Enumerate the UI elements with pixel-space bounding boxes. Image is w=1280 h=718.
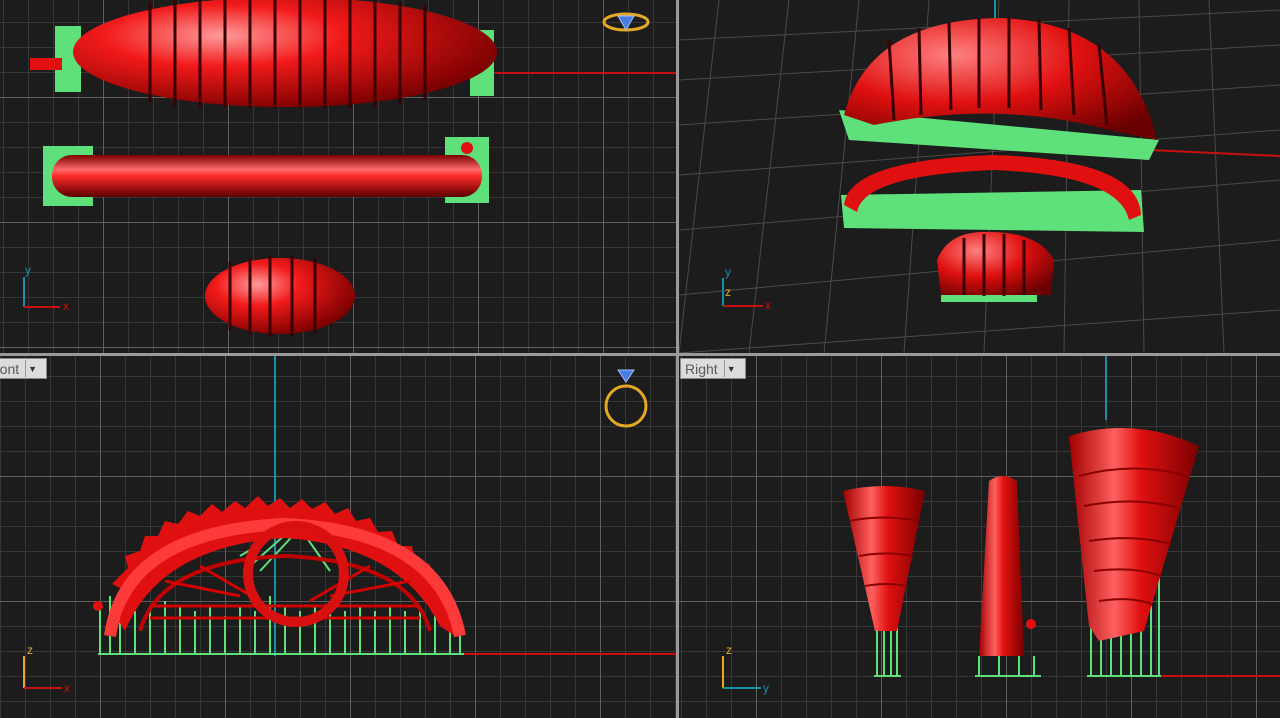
viewport-top[interactable]: y x: [0, 0, 676, 353]
viewport-front[interactable]: ront ▼: [0, 356, 676, 718]
front-scene: z x: [23, 356, 676, 695]
axis-label-x: x: [765, 298, 771, 312]
top-scene: y x: [23, 0, 676, 336]
ring-model-right-cone-left: [843, 486, 925, 631]
axis-label-y: y: [25, 263, 31, 277]
axis-label-z: z: [726, 643, 732, 657]
right-scene: z y: [722, 356, 1280, 695]
axis-label-y: y: [725, 265, 731, 279]
viewport-right[interactable]: Right ▼ z y: [679, 356, 1280, 718]
ring-model-right-cone-right: [1069, 428, 1199, 641]
ring-model-top-band: [52, 155, 482, 197]
axis-label-z: z: [725, 285, 731, 299]
x-axis-line: [1148, 149, 1280, 157]
axis-label-y: y: [763, 681, 769, 695]
viewport-perspective[interactable]: y z x: [679, 0, 1280, 353]
ring-model-right-band: [979, 476, 1024, 656]
perspective-scene: y z x: [679, 0, 1280, 353]
axis-label-x: x: [64, 681, 70, 695]
gem-ring-top-icon[interactable]: [602, 12, 650, 32]
ring-model-front-gem-setting: [243, 521, 349, 627]
axis-indicator: [23, 277, 60, 308]
viewport-divider-horizontal[interactable]: [0, 353, 1280, 356]
ring-model-top-ribbed: [30, 0, 497, 108]
ring-model-top-ball: [461, 142, 473, 154]
ring-front-icon[interactable]: [604, 369, 648, 428]
viewport-divider-vertical[interactable]: [676, 0, 679, 718]
ring-model-top-small: [205, 256, 355, 336]
support-base: [841, 190, 1144, 232]
axis-label-z: z: [27, 643, 33, 657]
ring-model-persp-small: [937, 231, 1054, 295]
axis-label-x: x: [63, 299, 69, 313]
